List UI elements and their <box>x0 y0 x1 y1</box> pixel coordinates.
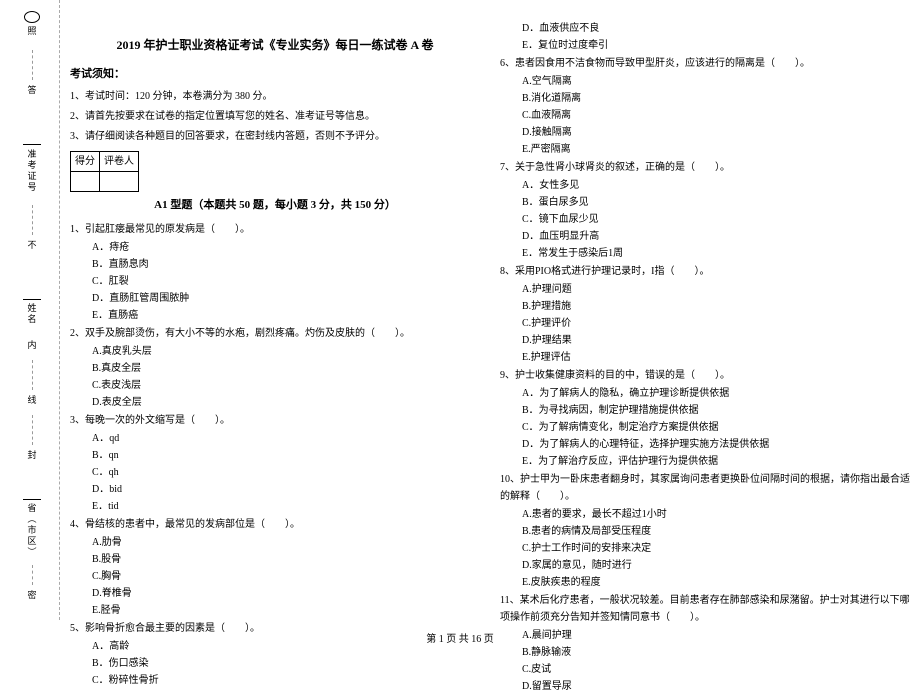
page-content: 2019 年护士职业资格证考试《专业实务》每日一练试卷 A 卷 考试须知： 1、… <box>70 20 910 695</box>
part-title: A1 型题（本题共 50 题，每小题 3 分，共 150 分） <box>70 196 480 215</box>
sidebar-label: 不 <box>26 240 39 251</box>
option-line: B．为寻找病因，制定护理措施提供依据 <box>522 402 910 419</box>
dashed-line <box>32 415 33 445</box>
sidebar-label-province: 省（市区） <box>26 503 39 558</box>
sidebar-label: 密 <box>26 590 39 601</box>
option-line: C．镜下血尿少见 <box>522 211 910 228</box>
option-line: C．为了解病情变化，制定治疗方案提供依据 <box>522 419 910 436</box>
left-column: 2019 年护士职业资格证考试《专业实务》每日一练试卷 A 卷 考试须知： 1、… <box>70 20 480 695</box>
score-cell: 得分 <box>71 152 100 172</box>
option-line: D．血液供应不良 <box>522 20 910 37</box>
option-line: D．为了解病人的心理特征，选择护理实施方法提供依据 <box>522 436 910 453</box>
option-line: A．痔疮 <box>92 239 480 256</box>
option-line: C．肛裂 <box>92 273 480 290</box>
notice-heading: 考试须知： <box>70 65 480 84</box>
option-line: D．bid <box>92 481 480 498</box>
page-footer: 第 1 页 共 16 页 <box>0 630 920 645</box>
grader-cell: 评卷人 <box>100 152 139 172</box>
option-line: D.接触隔离 <box>522 124 910 141</box>
binding-circle <box>24 11 40 23</box>
option-line: C.皮试 <box>522 661 910 678</box>
option-line: C.护理评价 <box>522 315 910 332</box>
option-line: E.护理评估 <box>522 349 910 366</box>
question-stem: 11、某术后化疗患者，一般状况较差。目前患者存在肺部感染和尿潴留。护士对其进行以… <box>500 592 910 626</box>
option-line: A.患者的要求，最长不超过1小时 <box>522 506 910 523</box>
option-line: D．直肠肛管周围脓肿 <box>92 290 480 307</box>
option-line: A.肋骨 <box>92 534 480 551</box>
dashed-line <box>32 205 33 235</box>
right-questions: 6、患者因食用不洁食物而导致甲型肝炎，应该进行的隔离是（ ）。A.空气隔离B.消… <box>500 55 910 695</box>
option-line: D．血压明显升高 <box>522 228 910 245</box>
sidebar-label: 内 <box>26 340 39 351</box>
option-line: C．粉碎性骨折 <box>92 672 480 689</box>
option-line: B．蛋白尿多见 <box>522 194 910 211</box>
option-line: D.表皮全层 <box>92 394 480 411</box>
option-line: E.皮肤疾患的程度 <box>522 574 910 591</box>
option-line: B.真皮全层 <box>92 360 480 377</box>
option-line: C.血液隔离 <box>522 107 910 124</box>
option-line: A．qd <box>92 430 480 447</box>
option-line: E．tid <box>92 498 480 515</box>
sidebar-label-exam-id: 准考证号 <box>26 149 39 193</box>
sidebar-label: 线 <box>26 395 39 406</box>
instruction-line: 1、考试时间：120 分钟，本卷满分为 380 分。 <box>70 88 480 105</box>
option-line: D.护理结果 <box>522 332 910 349</box>
option-line: A.空气隔离 <box>522 73 910 90</box>
option-line: B．直肠息肉 <box>92 256 480 273</box>
option-line: B．qn <box>92 447 480 464</box>
option-line: B.患者的病情及局部受压程度 <box>522 523 910 540</box>
underline-field <box>23 475 41 500</box>
option-line: C．qh <box>92 464 480 481</box>
option-line: C.护士工作时间的安排来决定 <box>522 540 910 557</box>
question-stem: 8、采用PIO格式进行护理记录时，I指（ ）。 <box>500 263 910 280</box>
option-line: E.严密隔离 <box>522 141 910 158</box>
option-line: B．伤口感染 <box>92 655 480 672</box>
option-line: B.静脉输液 <box>522 644 910 661</box>
instruction-line: 2、请首先按要求在试卷的指定位置填写您的姓名、准考证号等信息。 <box>70 108 480 125</box>
question-stem: 4、骨结核的患者中，最常见的发病部位是（ ）。 <box>70 516 480 533</box>
dashed-line <box>32 360 33 390</box>
exam-title: 2019 年护士职业资格证考试《专业实务》每日一练试卷 A 卷 <box>70 35 480 55</box>
underline-field <box>23 275 41 300</box>
option-line: B.消化道隔离 <box>522 90 910 107</box>
option-line: A．女性多见 <box>522 177 910 194</box>
exam-binding-sidebar: 照 答 准考证号 不 姓名 内 线 封 省（市区） 密 <box>5 0 60 620</box>
option-line: A.真皮乳头层 <box>92 343 480 360</box>
option-line: C.胸骨 <box>92 568 480 585</box>
instruction-line: 3、请仔细阅读各种题目的回答要求，在密封线内答题，否则不予评分。 <box>70 128 480 145</box>
sidebar-label: 照 <box>26 26 39 37</box>
question-stem: 6、患者因食用不洁食物而导致甲型肝炎，应该进行的隔离是（ ）。 <box>500 55 910 72</box>
sidebar-label-name: 姓名 <box>26 303 39 325</box>
dashed-line <box>32 50 33 80</box>
option-line: D.留置导尿 <box>522 678 910 695</box>
option-line: D.脊椎骨 <box>92 585 480 602</box>
question-stem: 1、引起肛瘘最常见的原发病是（ ）。 <box>70 221 480 238</box>
question-stem: 9、护士收集健康资料的目的中，错误的是（ ）。 <box>500 367 910 384</box>
question-stem: 2、双手及腕部烫伤，有大小不等的水疱，剧烈疼痛。灼伤及皮肤的（ ）。 <box>70 325 480 342</box>
option-line: D.家属的意见，随时进行 <box>522 557 910 574</box>
question-stem: 10、护士甲为一卧床患者翻身时，其家属询问患者更换卧位间隔时间的根据，请你指出最… <box>500 471 910 505</box>
option-line: E.胫骨 <box>92 602 480 619</box>
question-stem: 7、关于急性肾小球肾炎的叙述，正确的是（ ）。 <box>500 159 910 176</box>
option-line: A.护理问题 <box>522 281 910 298</box>
option-line: B.护理措施 <box>522 298 910 315</box>
option-line: E．直肠癌 <box>92 307 480 324</box>
dashed-line <box>32 565 33 585</box>
sidebar-label: 封 <box>26 450 39 461</box>
sidebar-label: 答 <box>26 85 39 96</box>
option-line: B.股骨 <box>92 551 480 568</box>
left-questions: 1、引起肛瘘最常见的原发病是（ ）。A．痔疮B．直肠息肉C．肛裂D．直肠肛管周围… <box>70 221 480 689</box>
option-line: E．为了解治疗反应，评估护理行为提供依据 <box>522 453 910 470</box>
option-line: C.表皮浅层 <box>92 377 480 394</box>
score-table: 得分 评卷人 <box>70 151 139 192</box>
option-line: A．为了解病人的隐私，确立护理诊断提供依据 <box>522 385 910 402</box>
question-stem: 3、每晚一次的外文缩写是（ ）。 <box>70 412 480 429</box>
option-line: E．常发生于感染后1周 <box>522 245 910 262</box>
right-column: D．血液供应不良 E．复位时过度牵引 6、患者因食用不洁食物而导致甲型肝炎，应该… <box>500 20 910 695</box>
option-line: E．复位时过度牵引 <box>522 37 910 54</box>
underline-field <box>23 115 41 145</box>
